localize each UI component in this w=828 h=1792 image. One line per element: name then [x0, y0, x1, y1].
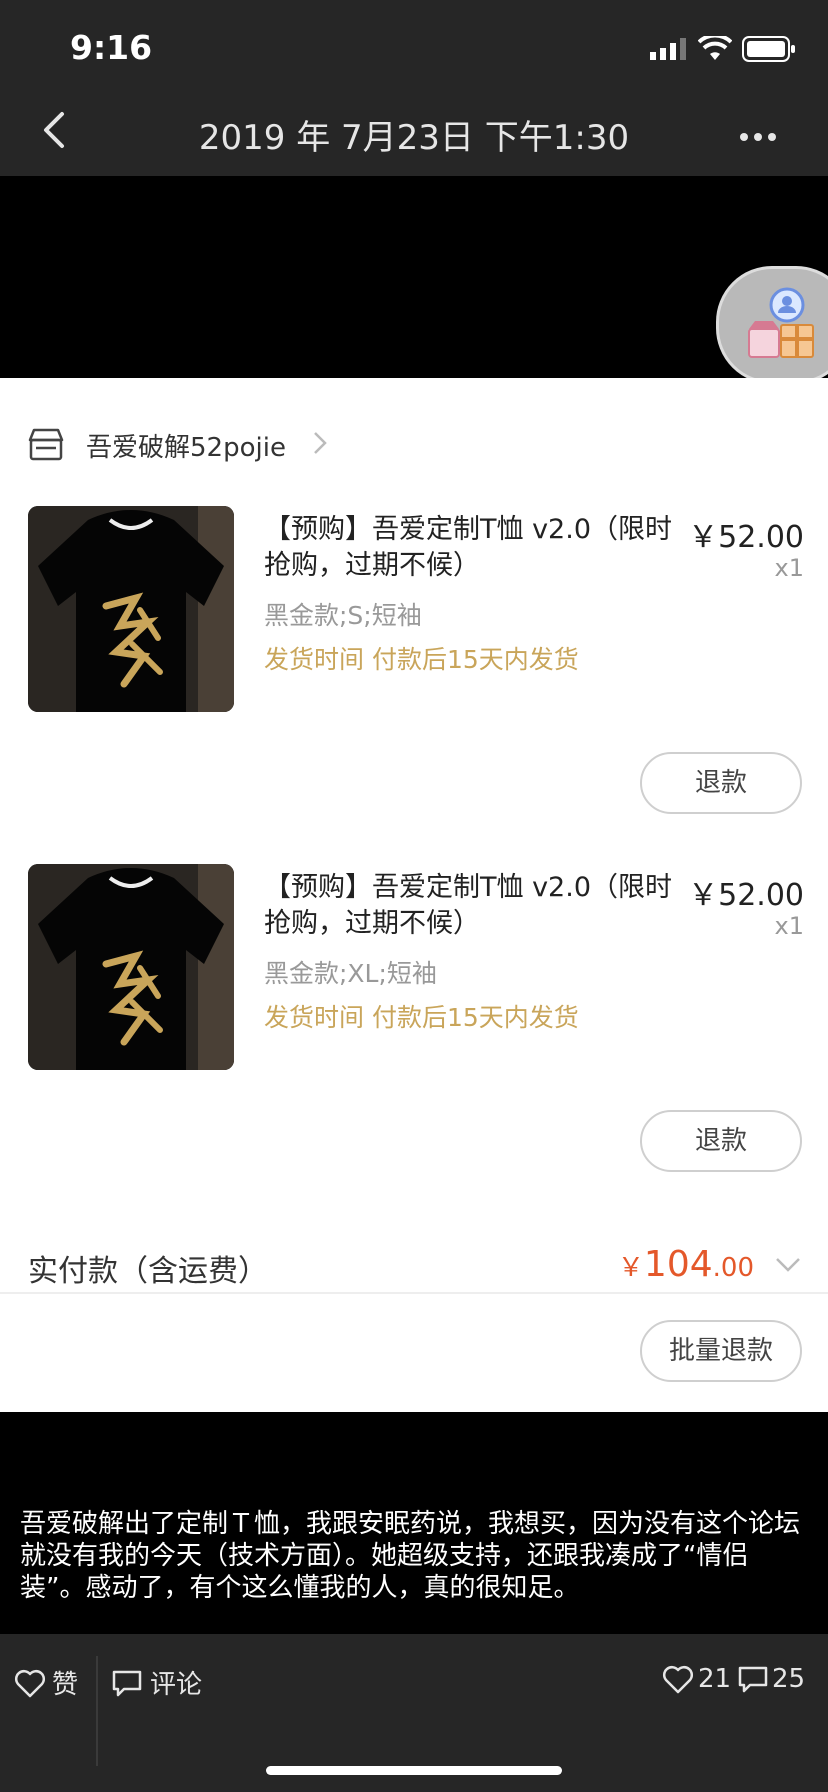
comment-icon — [112, 1670, 142, 1696]
total-amount: ￥104.00 — [618, 1244, 754, 1285]
post-caption: 吾爱破解出了定制Ｔ恤，我跟安眠药说，我想买，因为没有这个论坛就没有我的今天（技术… — [20, 1509, 801, 1603]
signal-icon — [650, 38, 686, 60]
gift-shop-icon — [748, 287, 814, 358]
heart-icon — [14, 1669, 46, 1697]
product-title[interactable]: 【预购】吾爱定制T恤 v2.0（限时抢购，过期不候） — [264, 870, 684, 942]
battery-icon — [742, 36, 795, 62]
comment-count-group[interactable]: 25 — [738, 1664, 805, 1694]
comment-icon — [738, 1666, 768, 1693]
total-decimal: .00 — [712, 1253, 754, 1283]
total-integer: 104 — [643, 1244, 713, 1285]
refund-button[interactable]: 退款 — [640, 1110, 802, 1172]
comment-button[interactable]: 评论 — [112, 1664, 202, 1701]
product-title[interactable]: 【预购】吾爱定制T恤 v2.0（限时抢购，过期不候） — [264, 512, 684, 584]
product-variant: 黑金款;S;短袖 — [264, 601, 422, 630]
product-price: ￥52.00 — [688, 878, 804, 913]
currency-symbol: ￥ — [617, 1253, 644, 1283]
floating-widget[interactable] — [716, 266, 828, 384]
shipping-info: 发货时间 付款后15天内发货 — [264, 645, 579, 674]
like-count-group[interactable]: 21 — [662, 1664, 731, 1694]
product-image[interactable] — [28, 864, 234, 1070]
wifi-icon — [698, 36, 732, 60]
chevron-right-icon[interactable] — [312, 430, 328, 456]
product-quantity: x1 — [774, 912, 804, 940]
like-label: 赞 — [52, 1670, 79, 1700]
divider — [96, 1656, 98, 1766]
comment-label: 评论 — [150, 1670, 203, 1700]
divider — [0, 1292, 828, 1294]
product-quantity: x1 — [774, 554, 804, 582]
like-count: 21 — [698, 1664, 732, 1694]
shop-name[interactable]: 吾爱破解52pojie — [86, 427, 286, 464]
tshirt-image — [28, 506, 234, 712]
refund-button[interactable]: 退款 — [640, 752, 802, 814]
shipping-info: 发货时间 付款后15天内发货 — [264, 1003, 579, 1032]
tshirt-image — [28, 864, 234, 1070]
bulk-refund-button[interactable]: 批量退款 — [640, 1320, 802, 1382]
like-button[interactable]: 赞 — [14, 1664, 78, 1701]
more-icon[interactable] — [740, 126, 800, 141]
status-time: 9:16 — [70, 28, 153, 67]
product-image[interactable] — [28, 506, 234, 712]
page-title: 2019 年 7月23日 下午1:30 — [198, 118, 630, 158]
home-indicator[interactable] — [266, 1766, 562, 1775]
heart-icon — [662, 1665, 694, 1694]
product-variant: 黑金款;XL;短袖 — [264, 959, 437, 988]
comment-count: 25 — [772, 1664, 806, 1694]
chevron-down-icon[interactable] — [774, 1256, 802, 1274]
product-price: ￥52.00 — [688, 520, 804, 555]
store-icon — [28, 428, 64, 461]
total-label: 实付款（含运费） — [28, 1254, 268, 1289]
